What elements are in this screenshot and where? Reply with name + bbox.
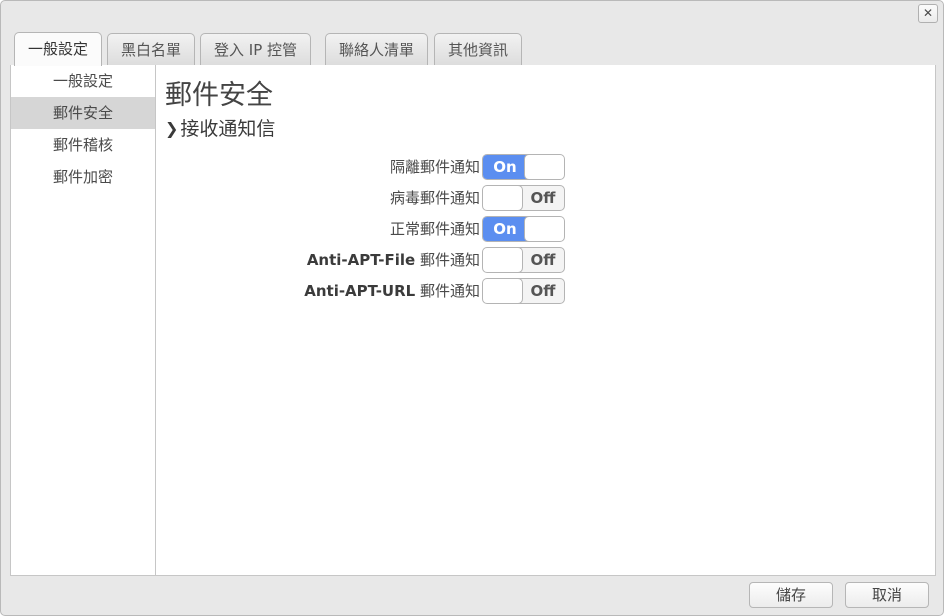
toggle-state-label: Off	[530, 281, 556, 300]
main-content: 郵件安全 ❯ 接收通知信 隔離郵件通知 On 病毒郵件通知 Off 正常郵件通知 On An…	[157, 65, 935, 575]
settings-window: ✕ 一般設定 黑白名單 登入 IP 控管 聯絡人清單 其他資訊 一般設定 郵件安全 郵件稽核…	[0, 0, 944, 616]
toggle-row-label-text: 郵件通知	[415, 282, 480, 300]
cancel-button[interactable]: 取消	[845, 582, 929, 608]
toggle-row-label-text: 隔離郵件通知	[389, 158, 480, 176]
notification-toggle-list: 隔離郵件通知 On 病毒郵件通知 Off 正常郵件通知 On Anti-APT-File 郵…	[165, 151, 935, 306]
toggle-row-label-text: 正常郵件通知	[389, 220, 480, 238]
toggle-row-label-lead: Anti-APT-URL	[304, 282, 416, 300]
footer-bar: 儲存 取消	[1, 576, 943, 615]
toggle-row: 病毒郵件通知 Off	[165, 182, 935, 213]
section-header: ❯ 接收通知信	[165, 115, 935, 143]
tab-0[interactable]: 一般設定	[14, 32, 103, 66]
toggle-state-label: On	[483, 154, 527, 179]
tab-4[interactable]: 其他資訊	[434, 33, 523, 66]
toggle-state-label: Off	[530, 188, 556, 207]
toggle-row: 隔離郵件通知 On	[165, 151, 935, 182]
toggle-knob[interactable]	[483, 247, 523, 272]
page-title: 郵件安全	[165, 80, 273, 111]
chevron-right-icon: ❯	[165, 119, 179, 138]
content-panel: 一般設定 郵件安全 郵件稽核 郵件加密 郵件安全 ❯ 接收通知信 隔離郵件通知 On 病毒…	[10, 65, 936, 576]
toggle-row-label: 正常郵件通知	[165, 218, 482, 239]
toggle-row: Anti-APT-URL 郵件通知 Off	[165, 275, 935, 306]
toggle-state-label: Off	[530, 250, 556, 269]
toggle-row-label: 隔離郵件通知	[165, 156, 482, 177]
toggle-state-label: On	[483, 216, 527, 241]
sidebar: 一般設定 郵件安全 郵件稽核 郵件加密	[11, 65, 156, 575]
notification-toggle[interactable]: On	[482, 153, 565, 180]
toggle-knob[interactable]	[483, 185, 523, 210]
notification-toggle[interactable]: Off	[482, 277, 565, 304]
toggle-row-label: 病毒郵件通知	[165, 187, 482, 208]
close-icon[interactable]: ✕	[918, 4, 938, 23]
notification-toggle[interactable]: On	[482, 215, 565, 242]
toggle-row-label-text: 郵件通知	[415, 251, 480, 269]
notification-toggle[interactable]: Off	[482, 246, 565, 273]
toggle-row: 正常郵件通知 On	[165, 213, 935, 244]
toggle-row-label: Anti-APT-File 郵件通知	[165, 249, 482, 270]
sidebar-item-1[interactable]: 郵件安全	[11, 97, 155, 129]
sidebar-item-0[interactable]: 一般設定	[11, 65, 155, 97]
toggle-row-label-text: 病毒郵件通知	[389, 189, 480, 207]
tab-1[interactable]: 黑白名單	[107, 33, 196, 66]
toggle-row-label-lead: Anti-APT-File	[306, 251, 416, 269]
toggle-knob[interactable]	[483, 278, 523, 303]
toggle-row: Anti-APT-File 郵件通知 Off	[165, 244, 935, 275]
section-header-label: 接收通知信	[180, 118, 276, 140]
toggle-knob[interactable]	[524, 154, 564, 179]
toggle-knob[interactable]	[524, 216, 564, 241]
sidebar-item-3[interactable]: 郵件加密	[11, 161, 155, 193]
sidebar-item-2[interactable]: 郵件稽核	[11, 129, 155, 161]
notification-toggle[interactable]: Off	[482, 184, 565, 211]
tab-3[interactable]: 聯絡人清單	[325, 33, 429, 66]
tab-2[interactable]: 登入 IP 控管	[200, 33, 312, 66]
save-button[interactable]: 儲存	[749, 582, 833, 608]
tab-bar: 一般設定 黑白名單 登入 IP 控管 聯絡人清單 其他資訊	[10, 28, 936, 66]
toggle-row-label: Anti-APT-URL 郵件通知	[165, 280, 482, 301]
